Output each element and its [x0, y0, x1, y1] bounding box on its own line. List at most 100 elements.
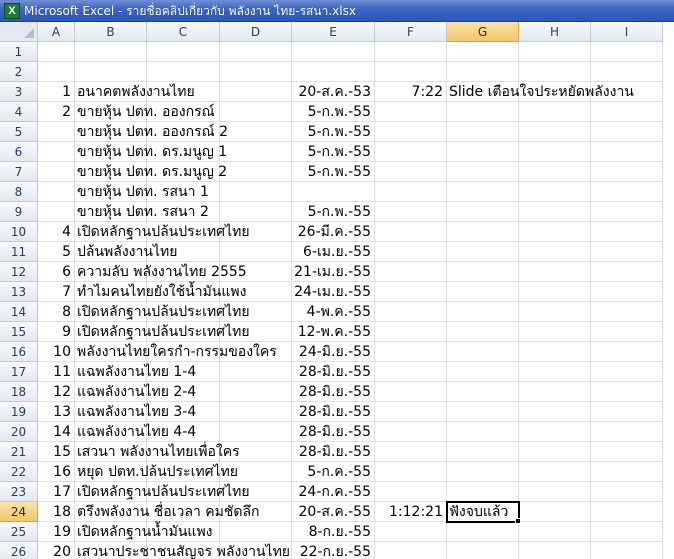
cell-e24[interactable]: 20-ส.ค.-55 — [292, 502, 375, 522]
row-header-20[interactable]: 20 — [0, 422, 38, 442]
cell-d17[interactable] — [220, 362, 292, 382]
cell-i8[interactable] — [591, 182, 663, 202]
cell-d9[interactable] — [220, 202, 292, 222]
cell-e3[interactable]: 20-ส.ค.-53 — [292, 82, 375, 102]
cell-d7[interactable] — [220, 162, 292, 182]
cell-h14[interactable] — [519, 302, 591, 322]
cell-i20[interactable] — [591, 422, 663, 442]
cell-i13[interactable] — [591, 282, 663, 302]
cell-e5[interactable]: 5-ก.พ.-55 — [292, 122, 375, 142]
cell-a24[interactable]: 18 — [38, 502, 75, 522]
cell-e2[interactable] — [292, 62, 375, 82]
cell-a7[interactable] — [38, 162, 75, 182]
cell-g24[interactable]: ฟังจบแล้ว — [446, 501, 520, 523]
cell-g21[interactable] — [447, 442, 519, 462]
row-header-23[interactable]: 23 — [0, 482, 38, 502]
cell-h12[interactable] — [519, 262, 591, 282]
cell-h20[interactable] — [519, 422, 591, 442]
cell-b2[interactable] — [75, 62, 147, 82]
cell-d3[interactable] — [220, 82, 292, 102]
cell-f17[interactable] — [375, 362, 447, 382]
row-header-5[interactable]: 5 — [0, 122, 38, 142]
cell-g25[interactable] — [447, 522, 519, 542]
cell-f16[interactable] — [375, 342, 447, 362]
cell-b6[interactable]: ขายหุ้น ปตท. ดร.มนูญ 1 — [75, 142, 227, 162]
row-header-10[interactable]: 10 — [0, 222, 38, 242]
cell-b14[interactable]: เปิดหลักฐานปล้นประเทศไทย — [75, 302, 250, 322]
column-header-b[interactable]: B — [75, 22, 147, 42]
cell-i19[interactable] — [591, 402, 663, 422]
cell-i16[interactable] — [591, 342, 663, 362]
row-header-1[interactable]: 1 — [0, 42, 38, 62]
cell-i24[interactable] — [591, 502, 663, 522]
cell-i7[interactable] — [591, 162, 663, 182]
row-header-26[interactable]: 26 — [0, 542, 38, 559]
cell-f7[interactable] — [375, 162, 447, 182]
cell-d2[interactable] — [220, 62, 292, 82]
cell-a21[interactable]: 15 — [38, 442, 75, 462]
cell-e16[interactable]: 24-มิ.ย.-55 — [292, 342, 375, 362]
cell-e12[interactable]: 21-เม.ย.-55 — [292, 262, 375, 282]
cell-h5[interactable] — [519, 122, 591, 142]
cell-e18[interactable]: 28-มิ.ย.-55 — [292, 382, 375, 402]
cell-a25[interactable]: 19 — [38, 522, 75, 542]
cell-a4[interactable]: 2 — [38, 102, 75, 122]
cell-b9[interactable]: ขายหุ้น ปตท. รสนา 2 — [75, 202, 209, 222]
cell-i25[interactable] — [591, 522, 663, 542]
cell-a15[interactable]: 9 — [38, 322, 75, 342]
cell-e4[interactable]: 5-ก.พ.-55 — [292, 102, 375, 122]
row-header-18[interactable]: 18 — [0, 382, 38, 402]
cell-h1[interactable] — [519, 42, 591, 62]
cell-b4[interactable]: ขายหุ้น ปตท. อองกรณ์ — [75, 102, 215, 122]
cell-d25[interactable] — [220, 522, 292, 542]
cell-i9[interactable] — [591, 202, 663, 222]
cell-a17[interactable]: 11 — [38, 362, 75, 382]
cell-g12[interactable] — [447, 262, 519, 282]
cell-i6[interactable] — [591, 142, 663, 162]
row-header-6[interactable]: 6 — [0, 142, 38, 162]
cell-g23[interactable] — [447, 482, 519, 502]
cell-b25[interactable]: เปิดหลักฐานน้ำมันแพง — [75, 522, 213, 542]
cell-h13[interactable] — [519, 282, 591, 302]
cell-b16[interactable]: พลังงานไทยใครกำ-กรรมของใคร — [75, 342, 277, 362]
cell-c1[interactable] — [147, 42, 220, 62]
cell-b19[interactable]: แฉพลังงานไทย 3-4 — [75, 402, 196, 422]
cell-h18[interactable] — [519, 382, 591, 402]
cell-g22[interactable] — [447, 462, 519, 482]
cell-b18[interactable]: แฉพลังงานไทย 2-4 — [75, 382, 196, 402]
cell-e13[interactable]: 24-เม.ย.-55 — [292, 282, 375, 302]
cell-d8[interactable] — [220, 182, 292, 202]
cell-i4[interactable] — [591, 102, 663, 122]
cell-a18[interactable]: 12 — [38, 382, 75, 402]
fill-handle[interactable] — [515, 518, 521, 524]
row-header-19[interactable]: 19 — [0, 402, 38, 422]
cell-h11[interactable] — [519, 242, 591, 262]
cell-h10[interactable] — [519, 222, 591, 242]
cell-g17[interactable] — [447, 362, 519, 382]
cell-i22[interactable] — [591, 462, 663, 482]
cell-f13[interactable] — [375, 282, 447, 302]
cell-a8[interactable] — [38, 182, 75, 202]
cell-i1[interactable] — [591, 42, 663, 62]
cell-h22[interactable] — [519, 462, 591, 482]
cell-f22[interactable] — [375, 462, 447, 482]
cell-g8[interactable] — [447, 182, 519, 202]
cell-c2[interactable] — [147, 62, 220, 82]
cell-b20[interactable]: แฉพลังงานไทย 4-4 — [75, 422, 196, 442]
cell-e21[interactable]: 28-มิ.ย.-55 — [292, 442, 375, 462]
cell-h6[interactable] — [519, 142, 591, 162]
cell-b13[interactable]: ทำไมคนไทยยังใช้น้ำมันแพง — [75, 282, 246, 302]
cell-g2[interactable] — [447, 62, 519, 82]
cell-f1[interactable] — [375, 42, 447, 62]
cell-g14[interactable] — [447, 302, 519, 322]
cell-h19[interactable] — [519, 402, 591, 422]
cell-i5[interactable] — [591, 122, 663, 142]
row-header-24[interactable]: 24 — [0, 502, 38, 522]
cell-h26[interactable] — [519, 542, 591, 559]
cell-g10[interactable] — [447, 222, 519, 242]
cell-e8[interactable] — [292, 182, 375, 202]
cell-b26[interactable]: เสวนาประชาชนสัญจร พลังงานไทย — [75, 542, 290, 559]
cell-h25[interactable] — [519, 522, 591, 542]
cell-g7[interactable] — [447, 162, 519, 182]
cell-g19[interactable] — [447, 402, 519, 422]
